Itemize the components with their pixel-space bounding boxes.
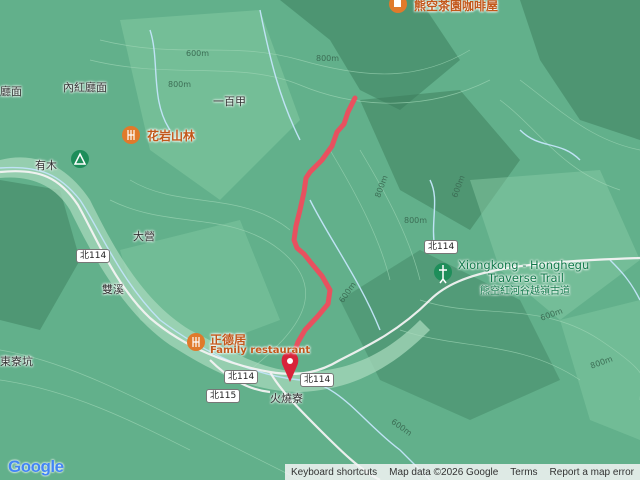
dayi-label: 大營 [133,230,155,243]
attribution-bar: Keyboard shortcuts Map data ©2026 Google… [285,464,640,480]
map-canvas[interactable] [0,0,640,480]
liangmian-label: 廳面 [0,85,22,98]
map-data-text: Map data ©2026 Google [389,466,499,478]
cafe-label[interactable]: 熊空茶園咖啡屋 [414,0,498,14]
zhengde-sublabel[interactable]: Family restaurant [210,345,310,356]
contour-label: 600m [186,49,210,58]
contour-label: 800m [404,216,428,225]
trailhead-dot [287,358,293,364]
contour-label: 800m [316,54,340,63]
road-shield: 北114 [300,373,335,387]
huoshaoliao-label: 火燒寮 [270,392,303,405]
contour-label: 800m [168,80,192,89]
yibaijia-label: 一百甲 [213,95,246,108]
road-shield: 北115 [206,389,241,403]
youmu-label: 有木 [35,159,57,172]
road-shield: 北114 [224,370,259,384]
shuangxi-label: 雙溪 [102,283,124,296]
huayan-label[interactable]: 花岩山林 [147,127,195,144]
report-error-link[interactable]: Report a map error [550,467,634,478]
google-logo[interactable]: Google [8,457,64,477]
trail-label-en2[interactable]: Traverse Trail [488,272,564,285]
road-shield: 北114 [424,240,459,254]
terms-link[interactable]: Terms [510,467,537,478]
neihong-label: 內紅廳面 [63,81,107,94]
dongliaokeng-label: 東寮坑 [0,355,33,368]
keyboard-shortcuts-link[interactable]: Keyboard shortcuts [291,467,377,478]
trail-label-zh[interactable]: 熊空紅河谷越嶺古道 [480,285,570,298]
road-shield: 北114 [76,249,111,263]
cafe-icon [394,0,401,7]
